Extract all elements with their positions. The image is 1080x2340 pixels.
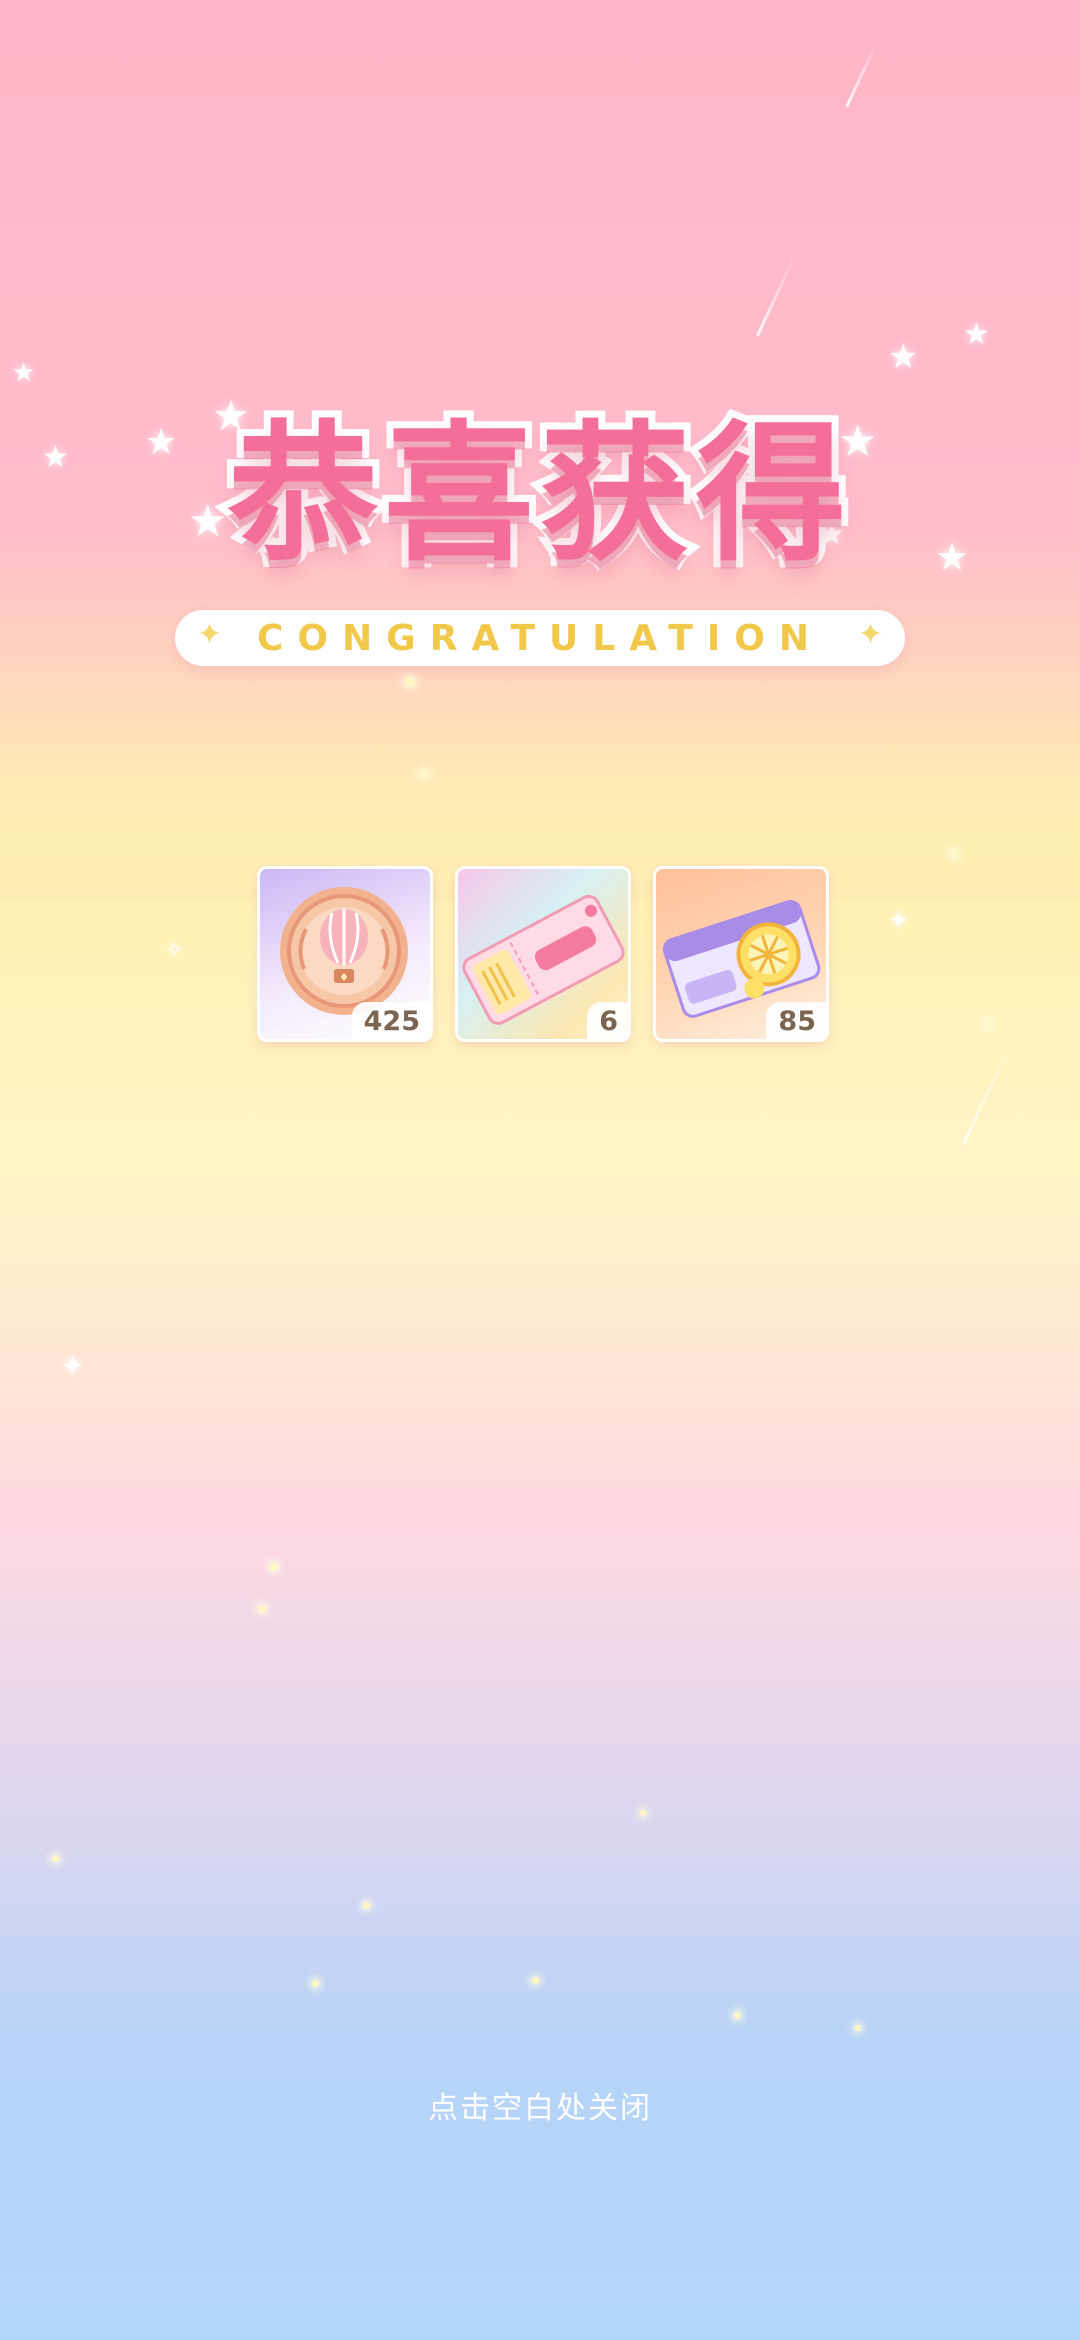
close-hint[interactable]: 点击空白处关闭: [0, 2083, 1080, 2127]
reward-count: 85: [766, 1002, 826, 1039]
glow-dot: [312, 1980, 319, 1987]
reward-count: 425: [351, 1002, 430, 1039]
subtitle-text: CONGRATULATION: [257, 617, 823, 659]
shooting-star: [845, 42, 878, 108]
glow-dot: [52, 1855, 59, 1862]
subtitle-banner: ✦ CONGRATULATION ✦: [175, 610, 905, 666]
glow-dot: [270, 1563, 278, 1571]
star-icon: ★: [888, 337, 919, 377]
sparkle-icon: ✦: [857, 617, 883, 652]
glow-dot: [363, 1902, 370, 1909]
reward-popup-screen[interactable]: { "popup": { "title": "恭喜获得", "subtitle"…: [0, 0, 1080, 2340]
popup-title: 恭喜获得: [221, 408, 853, 582]
reward-list: 425 6 85: [257, 866, 829, 1046]
reward-item-ticket[interactable]: 6: [455, 866, 631, 1042]
sparkle-icon: ✧: [165, 938, 184, 963]
star-icon: ★: [12, 358, 36, 388]
sparkle-icon: ✦: [197, 617, 223, 652]
glow-dot: [420, 770, 428, 778]
star-icon: ★: [963, 317, 990, 352]
glow-dot: [950, 850, 958, 858]
glow-dot: [640, 1810, 646, 1816]
glow-dot: [405, 677, 415, 687]
glow-dot: [532, 1977, 539, 1984]
shooting-star: [961, 1044, 1012, 1146]
sparkle-icon: ✦: [888, 906, 910, 936]
glow-dot: [734, 2012, 741, 2019]
reward-item-wheel-ticket[interactable]: 85: [653, 866, 829, 1042]
reward-item-medal[interactable]: 425: [257, 866, 433, 1042]
shooting-star: [756, 253, 797, 337]
reward-count: 6: [587, 1002, 628, 1039]
glow-dot: [258, 1605, 266, 1613]
sparkle-icon: ✦: [60, 1349, 86, 1384]
glow-dot: [984, 1020, 992, 1028]
glow-dot: [855, 2025, 861, 2031]
